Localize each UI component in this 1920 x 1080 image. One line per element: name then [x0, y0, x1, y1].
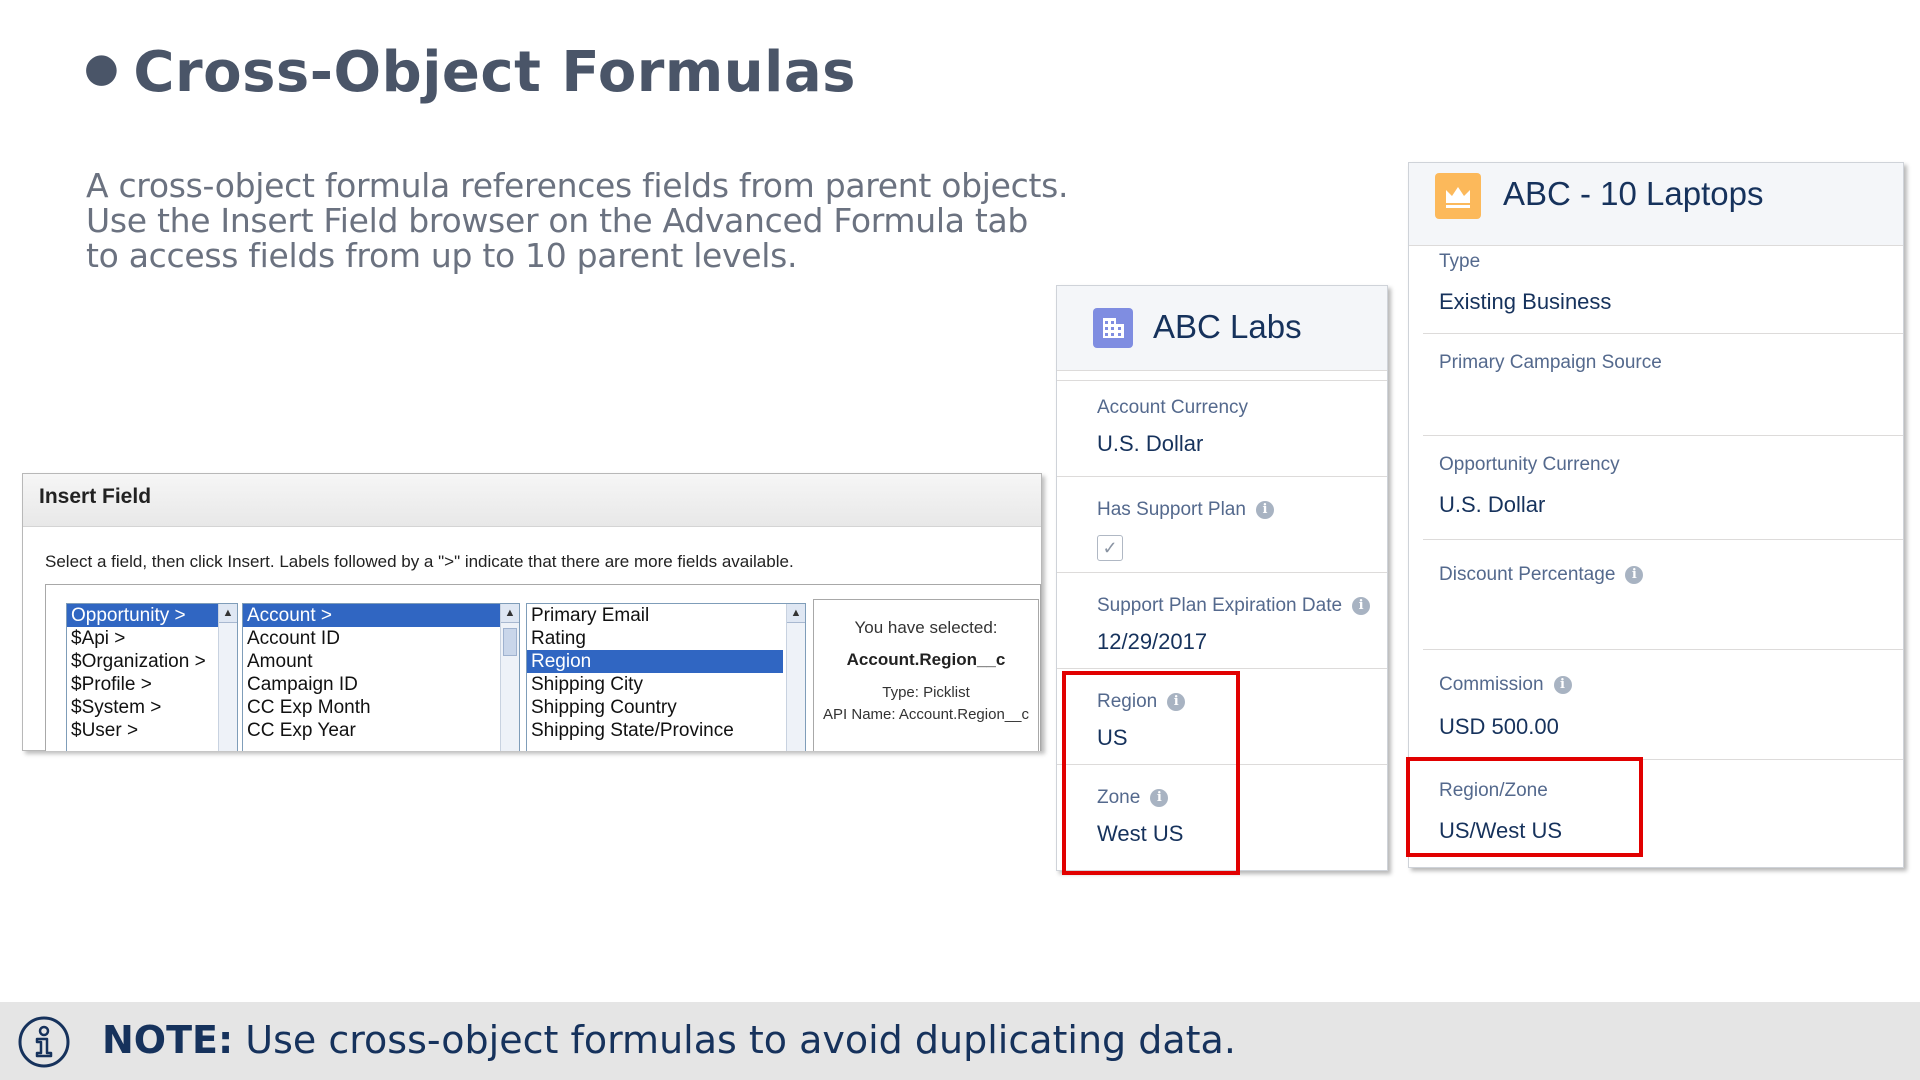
field-support-plan-expiration: Support Plan Expiration Date i 12/29/2017 — [1057, 572, 1387, 669]
slide-title-text: Cross-Object Formulas — [133, 40, 856, 105]
field-label: Type — [1439, 251, 1481, 272]
slide-title: ● Cross-Object Formulas — [84, 40, 856, 105]
selected-field-summary: You have selected: Account.Region__c Typ… — [813, 599, 1039, 751]
field-list-level-3[interactable]: Primary Email Rating Region Shipping Cit… — [526, 603, 806, 751]
info-icon[interactable]: i — [1352, 596, 1371, 615]
intro-line: to access fields from up to 10 parent le… — [86, 236, 798, 275]
info-icon[interactable]: i — [1625, 565, 1644, 584]
list-item[interactable]: Primary Email — [527, 604, 805, 627]
list-item[interactable]: Account ID — [243, 627, 519, 650]
field-value: Existing Business — [1439, 289, 1612, 314]
list-item[interactable]: $Api > — [67, 627, 237, 650]
info-icon[interactable]: i — [1255, 500, 1274, 519]
field-value: USD 500.00 — [1439, 714, 1559, 739]
account-name[interactable]: ABC Labs — [1153, 308, 1302, 346]
field-primary-campaign-source: Primary Campaign Source — [1423, 333, 1903, 436]
field-account-currency: Account Currency U.S. Dollar — [1057, 380, 1387, 477]
list-item[interactable]: Shipping City — [527, 673, 805, 696]
field-commission: Commission i USD 500.00 — [1423, 649, 1903, 760]
crown-icon — [1435, 173, 1481, 219]
intro-text: A cross-object formula references fields… — [86, 166, 1069, 275]
list-item[interactable]: Shipping Country — [527, 696, 805, 719]
list-item[interactable]: Campaign ID — [243, 673, 519, 696]
note-label: NOTE: — [102, 1018, 234, 1062]
selected-api-name: API Name: Account.Region__c — [823, 706, 1029, 723]
list-item[interactable]: Account > — [243, 604, 501, 627]
field-label-row: Support Plan Expiration Date i — [1097, 595, 1371, 617]
scroll-up-icon[interactable]: ▲ — [787, 604, 805, 623]
selected-field-name: Account.Region__c — [846, 650, 1006, 669]
building-icon — [1093, 308, 1133, 348]
field-label-row: Has Support Plan i — [1097, 499, 1274, 521]
selected-heading: You have selected: — [854, 618, 998, 637]
scroll-up-icon[interactable]: ▲ — [219, 604, 237, 623]
field-label-row: Commission i — [1439, 674, 1572, 696]
bullet-icon: ● — [84, 44, 120, 91]
list-item[interactable]: Amount — [243, 650, 519, 673]
list-item[interactable]: $User > — [67, 719, 237, 742]
support-plan-checkbox: ✓ — [1097, 535, 1123, 561]
opportunity-card-header: ABC - 10 Laptops — [1409, 163, 1903, 246]
field-discount-percentage: Discount Percentage i — [1423, 539, 1903, 650]
list-item[interactable]: $Organization > — [67, 650, 237, 673]
insert-field-help: Select a field, then click Insert. Label… — [45, 552, 794, 571]
note-text: NOTE: Use cross-object formulas to avoid… — [102, 1018, 1236, 1062]
field-label: Discount Percentage — [1439, 564, 1616, 585]
highlight-region-zone-opportunity — [1406, 757, 1643, 857]
field-label: Primary Campaign Source — [1439, 352, 1662, 373]
insert-field-browser: Opportunity > $Api > $Organization > $Pr… — [45, 584, 1041, 751]
field-opportunity-currency: Opportunity Currency U.S. Dollar — [1423, 435, 1903, 540]
insert-field-title: Insert Field — [23, 474, 1041, 527]
field-value: U.S. Dollar — [1439, 492, 1546, 517]
field-label: Opportunity Currency — [1439, 454, 1620, 475]
field-value: U.S. Dollar — [1097, 431, 1204, 456]
note-body: Use cross-object formulas to avoid dupli… — [245, 1018, 1236, 1062]
info-icon[interactable]: i — [1553, 675, 1572, 694]
scrollbar[interactable]: ▲ — [500, 604, 519, 751]
selected-field-type: Type: Picklist — [882, 684, 970, 701]
opportunity-name[interactable]: ABC - 10 Laptops — [1503, 175, 1764, 213]
list-item[interactable]: CC Exp Year — [243, 719, 519, 742]
list-item[interactable]: Opportunity > — [67, 604, 237, 627]
field-label: Has Support Plan — [1097, 499, 1246, 520]
field-value: 12/29/2017 — [1097, 629, 1208, 654]
scrollbar-thumb[interactable] — [503, 628, 517, 656]
scrollbar[interactable]: ▲ — [786, 604, 805, 751]
field-list-level-1[interactable]: Opportunity > $Api > $Organization > $Pr… — [66, 603, 238, 751]
intro-line: A cross-object formula references fields… — [86, 166, 1069, 205]
highlight-region-zone-account — [1062, 671, 1240, 875]
field-label: Support Plan Expiration Date — [1097, 595, 1343, 616]
field-label: Commission — [1439, 674, 1544, 695]
list-item[interactable]: CC Exp Month — [243, 696, 519, 719]
field-has-support-plan: Has Support Plan i ✓ — [1057, 476, 1387, 573]
account-card-header: ABC Labs — [1057, 286, 1387, 371]
note-bar: NOTE: Use cross-object formulas to avoid… — [0, 1002, 1920, 1080]
field-label-row: Discount Percentage i — [1439, 564, 1644, 586]
scrollbar[interactable]: ▲ — [218, 604, 237, 751]
list-item[interactable]: Shipping State/Province — [527, 719, 805, 742]
intro-line: Use the Insert Field browser on the Adva… — [86, 201, 1029, 240]
list-item[interactable]: $Profile > — [67, 673, 237, 696]
insert-field-panel: Insert Field Select a field, then click … — [22, 473, 1042, 751]
field-type: Type Existing Business — [1409, 247, 1903, 333]
info-icon — [18, 1016, 70, 1068]
field-label: Account Currency — [1097, 397, 1249, 418]
list-item[interactable]: $System > — [67, 696, 237, 719]
field-list-level-2[interactable]: Account > Account ID Amount Campaign ID … — [242, 603, 520, 751]
list-item[interactable]: Region — [527, 650, 783, 673]
list-item[interactable]: Rating — [527, 627, 805, 650]
scroll-up-icon[interactable]: ▲ — [501, 604, 519, 623]
check-icon: ✓ — [1102, 538, 1118, 558]
